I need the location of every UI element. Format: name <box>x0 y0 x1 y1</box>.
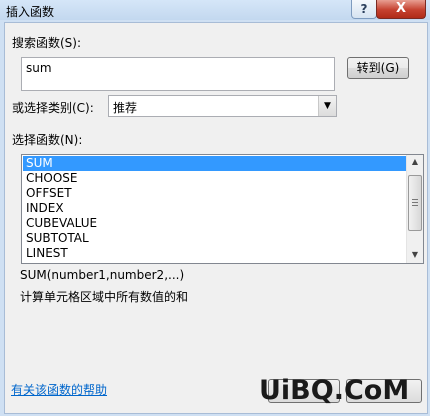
list-item[interactable]: INDEX <box>23 201 409 216</box>
list-item[interactable]: OFFSET <box>23 186 409 201</box>
category-label: 或选择类别(C): <box>12 101 94 115</box>
grip-line <box>412 205 418 206</box>
list-item[interactable]: SUBTOTAL <box>23 231 409 246</box>
title-bar: 插入函数 ? X <box>0 0 430 20</box>
search-label: 搜索函数(S): <box>12 36 82 50</box>
grip-line <box>412 202 418 203</box>
dialog-body: 搜索函数(S): sum 转到(G) 或选择类别(C): 推荐 ▼ 选择函数(N… <box>4 22 428 414</box>
help-button[interactable]: ? <box>351 0 377 19</box>
function-signature: SUM(number1,number2,...) <box>20 268 185 282</box>
scrollbar[interactable]: ▲ ▼ <box>406 155 423 263</box>
close-button[interactable]: X <box>376 0 426 19</box>
function-list-label: 选择函数(N): <box>12 133 83 147</box>
window-title: 插入函数 <box>6 5 55 19</box>
function-help-link[interactable]: 有关该函数的帮助 <box>11 381 107 398</box>
scroll-thumb[interactable] <box>408 175 422 231</box>
function-list[interactable]: SUM CHOOSE OFFSET INDEX CUBEVALUE SUBTOT… <box>21 154 424 264</box>
scroll-up-icon[interactable]: ▲ <box>408 155 422 169</box>
chevron-down-icon[interactable]: ▼ <box>318 96 336 116</box>
category-value: 推荐 <box>113 101 138 115</box>
grip-line <box>412 199 418 200</box>
list-item[interactable]: CHOOSE <box>23 171 409 186</box>
category-select[interactable]: 推荐 ▼ <box>108 95 337 117</box>
scroll-down-icon[interactable]: ▼ <box>408 248 422 262</box>
search-input[interactable]: sum <box>21 57 335 91</box>
list-item[interactable]: SUM <box>23 156 409 171</box>
function-description: 计算单元格区域中所有数值的和 <box>20 290 189 304</box>
watermark-logo: UiBQ.CoM <box>259 375 410 406</box>
list-item[interactable]: CUBEVALUE <box>23 216 409 231</box>
goto-button[interactable]: 转到(G) <box>347 57 409 79</box>
list-item[interactable]: LINEST <box>23 246 409 261</box>
